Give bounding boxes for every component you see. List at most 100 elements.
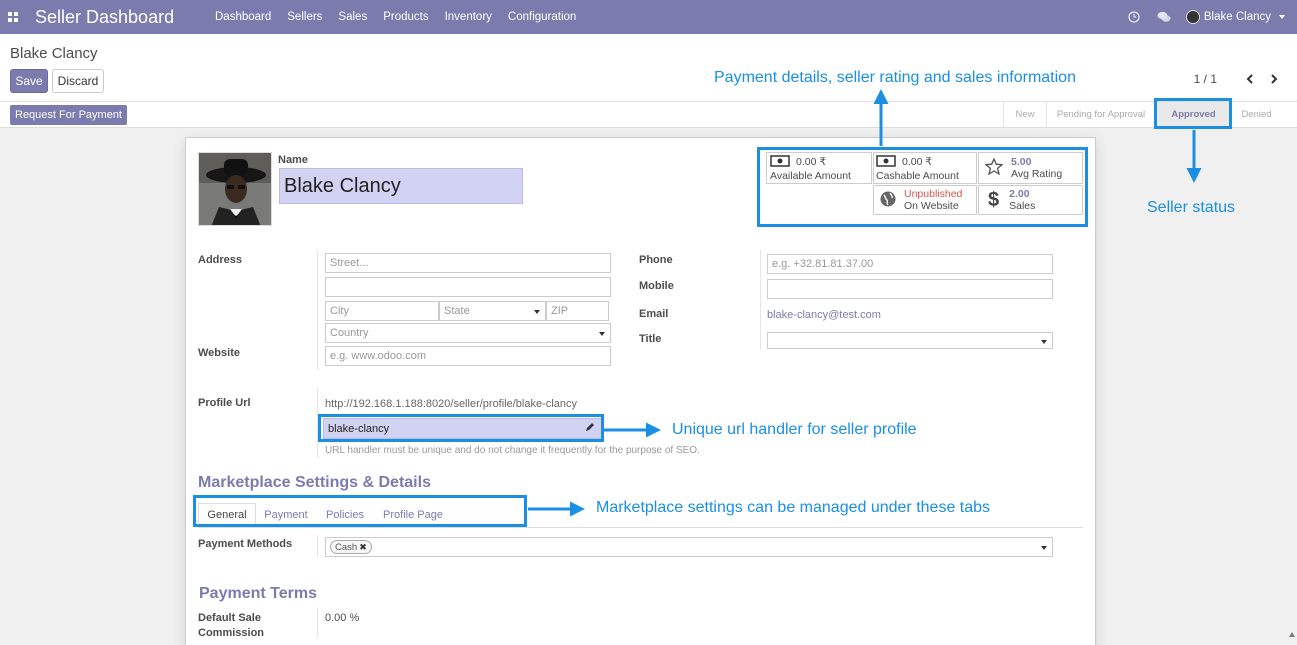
star-icon	[984, 157, 1004, 178]
request-for-payment-button[interactable]: Request For Payment	[10, 105, 127, 125]
available-amount-stat[interactable]: 0.00 ₹ Available Amount	[766, 152, 872, 184]
user-menu[interactable]: Blake Clancy	[1185, 10, 1285, 24]
name-input[interactable]: Blake Clancy	[279, 168, 523, 204]
sales-stat[interactable]: $ 2.00 Sales	[978, 185, 1083, 215]
money-icon	[770, 154, 790, 170]
pager-next-icon[interactable]	[1267, 71, 1281, 87]
seller-status-annotation: Seller status	[1147, 199, 1236, 216]
stage-new[interactable]: New	[1003, 102, 1046, 127]
save-button[interactable]: Save	[10, 69, 48, 93]
title-select[interactable]	[767, 332, 1053, 349]
website-status-value: Unpublished	[904, 188, 963, 200]
money-icon	[876, 154, 896, 170]
tab-divider	[198, 527, 1083, 528]
form-sheet: Name Blake Clancy 0.00 ₹ Available Amoun…	[185, 137, 1096, 645]
address-label: Address	[198, 254, 243, 266]
dollar-icon: $	[988, 188, 1000, 211]
menu-item-configuration[interactable]: Configuration	[500, 0, 584, 34]
scrollbar-up-arrow-icon[interactable]	[1289, 632, 1295, 637]
menu-item-sales[interactable]: Sales	[330, 0, 375, 34]
website-status-label: On Website	[904, 200, 959, 212]
title-label: Title	[639, 333, 662, 345]
tab-general[interactable]: General	[198, 503, 256, 527]
available-amount-label: Available Amount	[770, 169, 851, 182]
sales-count-label: Sales	[1009, 200, 1036, 212]
apps-menu-icon[interactable]	[0, 0, 26, 34]
mobile-label: Mobile	[639, 280, 674, 292]
payment-details-annotation: Payment details, seller rating and sales…	[714, 69, 1076, 86]
available-amount-value: 0.00 ₹	[796, 156, 827, 168]
menu-item-inventory[interactable]: Inventory	[437, 0, 500, 34]
tab-profile-page[interactable]: Profile Page	[375, 503, 451, 527]
activity-clock-icon[interactable]	[1126, 9, 1142, 25]
menu-item-products[interactable]: Products	[375, 0, 436, 34]
pager-previous-icon[interactable]	[1243, 71, 1257, 87]
default-commission-label: Default Sale Commission	[198, 612, 265, 639]
stage-denied[interactable]: Denied	[1231, 102, 1281, 127]
payment-method-tag[interactable]: Cash ✖	[330, 540, 372, 554]
website-label: Website	[198, 347, 240, 359]
street-field[interactable]: Street...	[325, 253, 611, 273]
tag-remove-icon[interactable]: ✖	[359, 542, 367, 553]
control-panel: Blake Clancy Save Discard 1 / 1	[0, 34, 1297, 101]
country-caret-icon	[599, 332, 605, 336]
discard-button[interactable]: Discard	[52, 69, 104, 93]
phone-field[interactable]: e.g. +32.81.81.37.00	[767, 254, 1053, 274]
stage-pending-approval[interactable]: Pending for Approval	[1046, 102, 1155, 127]
state-caret-icon	[534, 310, 540, 314]
profile-url-label: Profile Url	[198, 397, 251, 409]
sales-count-value: 2.00	[1009, 188, 1030, 200]
stage-approved[interactable]: Approved	[1155, 102, 1231, 127]
url-handler-value: blake-clancy	[328, 422, 390, 435]
city-field[interactable]: City	[325, 301, 439, 321]
tab-policies[interactable]: Policies	[317, 503, 373, 527]
payment-terms-title: Payment Terms	[199, 585, 317, 602]
tab-payment[interactable]: Payment	[257, 503, 315, 527]
menu-item-sellers[interactable]: Sellers	[279, 0, 330, 34]
top-navbar: Seller Dashboard Dashboard Sellers Sales…	[0, 0, 1297, 34]
user-avatar	[1185, 10, 1200, 24]
payment-methods-label: Payment Methods	[198, 538, 293, 550]
user-name: Blake Clancy	[1203, 11, 1271, 23]
form-statusbar: Request For Payment New Pending for Appr…	[0, 101, 1297, 128]
chat-messages-icon[interactable]	[1156, 9, 1172, 25]
cashable-amount-stat[interactable]: 0.00 ₹ Cashable Amount	[873, 152, 977, 184]
country-placeholder: Country	[330, 327, 369, 339]
zip-field[interactable]: ZIP	[546, 301, 609, 321]
marketplace-tabs-annotation: Marketplace settings can be managed unde…	[596, 499, 991, 516]
menu-item-dashboard[interactable]: Dashboard	[207, 0, 279, 34]
email-label: Email	[639, 308, 669, 320]
country-select[interactable]: Country	[325, 323, 611, 343]
title-caret-icon	[1041, 340, 1047, 344]
avg-rating-label: Avg Rating	[1011, 168, 1063, 180]
default-commission-value[interactable]: 0.00 %	[325, 612, 359, 624]
url-handler-field[interactable]: blake-clancy	[323, 418, 602, 439]
url-handler-annotation: Unique url handler for seller profile	[672, 421, 917, 438]
user-dropdown-caret-icon	[1279, 15, 1285, 19]
url-handler-help-text: URL handler must be unique and do not ch…	[325, 445, 700, 456]
state-placeholder: State	[444, 305, 470, 317]
state-select[interactable]: State	[439, 301, 546, 321]
cashable-amount-value: 0.00 ₹	[902, 156, 933, 168]
profile-url-value[interactable]: http://192.168.1.188:8020/seller/profile…	[325, 398, 577, 410]
website-field[interactable]: e.g. www.odoo.com	[325, 346, 611, 366]
name-label: Name	[278, 154, 308, 166]
payment-method-tag-label: Cash	[335, 541, 358, 553]
main-menu: Dashboard Sellers Sales Products Invento…	[207, 0, 584, 34]
app-title: Seller Dashboard	[35, 6, 175, 27]
payment-methods-caret-icon	[1041, 546, 1047, 550]
payment-methods-field[interactable]: Cash ✖	[325, 537, 1053, 557]
street2-field[interactable]	[325, 277, 611, 297]
breadcrumb: Blake Clancy	[10, 45, 98, 62]
phone-label: Phone	[639, 254, 673, 266]
seller-avatar[interactable]	[198, 152, 272, 226]
pencil-edit-icon[interactable]	[585, 422, 595, 435]
avg-rating-stat[interactable]: 5.00 Avg Rating	[978, 152, 1083, 184]
email-value[interactable]: blake-clancy@test.com	[767, 309, 881, 321]
mobile-field[interactable]	[767, 279, 1053, 299]
globe-icon	[880, 191, 896, 210]
marketplace-section-title: Marketplace Settings & Details	[198, 474, 431, 491]
pager-value[interactable]: 1 / 1	[1194, 72, 1217, 86]
avg-rating-value: 5.00	[1011, 156, 1032, 168]
website-publish-stat[interactable]: Unpublished On Website	[873, 185, 977, 215]
